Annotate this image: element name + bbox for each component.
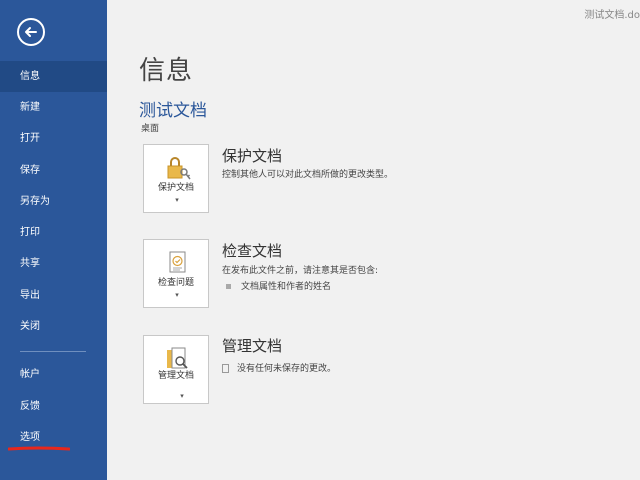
caret-down-icon: ▾ — [175, 196, 179, 204]
manage-section-desc: 没有任何未保存的更改。 — [222, 361, 336, 374]
document-icon — [222, 364, 229, 373]
red-annotation-underline — [8, 446, 70, 451]
manage-desc-text: 没有任何未保存的更改。 — [237, 364, 337, 374]
document-name: 测试文档 — [139, 101, 207, 121]
bullet-square-icon — [226, 284, 231, 289]
sidebar-item-export[interactable]: 导出 — [0, 280, 107, 311]
manage-document-button[interactable]: 管理文档 ▾ — [143, 335, 209, 404]
page-title: 信息 — [139, 56, 194, 86]
check-issues-button[interactable]: 检查问题 ▾ — [143, 239, 209, 308]
window-filename: 测试文档.do — [584, 10, 640, 21]
sidebar-item-share[interactable]: 共享 — [0, 248, 107, 279]
sidebar-item-new[interactable]: 新建 — [0, 92, 107, 123]
sidebar-item-save[interactable]: 保存 — [0, 155, 107, 186]
sidebar-item-open[interactable]: 打开 — [0, 123, 107, 154]
checklist-icon — [169, 251, 186, 273]
check-issues-label: 检查问题 — [157, 278, 194, 288]
inspect-bullet-text: 文档属性和作者的姓名 — [241, 282, 332, 292]
protect-document-button[interactable]: 保护文档 ▾ — [143, 144, 209, 213]
sidebar-item-close[interactable]: 关闭 — [0, 311, 107, 342]
caret-down-icon: ▾ — [180, 392, 184, 400]
caret-down-icon: ▾ — [175, 291, 179, 299]
back-arrow-icon[interactable] — [17, 18, 45, 46]
protect-section-title: 保护文档 — [222, 147, 283, 165]
protect-section-desc: 控制其他人可以对此文档所做的更改类型。 — [222, 170, 394, 180]
manage-section-title: 管理文档 — [222, 337, 283, 355]
inspect-section-title: 检查文档 — [222, 242, 283, 260]
sidebar-item-save-as[interactable]: 另存为 — [0, 186, 107, 217]
manage-button-label: 管理文档 — [157, 371, 194, 381]
sidebar-item-account[interactable]: 帐户 — [0, 359, 107, 390]
sidebar-divider — [20, 351, 86, 352]
protect-button-label: 保护文档 — [157, 183, 194, 193]
document-location: 桌面 — [141, 124, 160, 134]
backstage-sidebar: 信息 新建 打开 保存 另存为 打印 共享 导出 关闭 帐户 反馈 选项 — [0, 0, 107, 480]
inspect-section-desc: 在发布此文件之前，请注意其是否包含: — [222, 266, 379, 276]
sidebar-item-print[interactable]: 打印 — [0, 217, 107, 248]
inspect-bullet-item: 文档属性和作者的姓名 — [226, 279, 331, 292]
lock-key-icon — [167, 157, 191, 180]
sidebar-item-feedback[interactable]: 反馈 — [0, 391, 107, 422]
sidebar-item-info[interactable]: 信息 — [0, 61, 107, 92]
